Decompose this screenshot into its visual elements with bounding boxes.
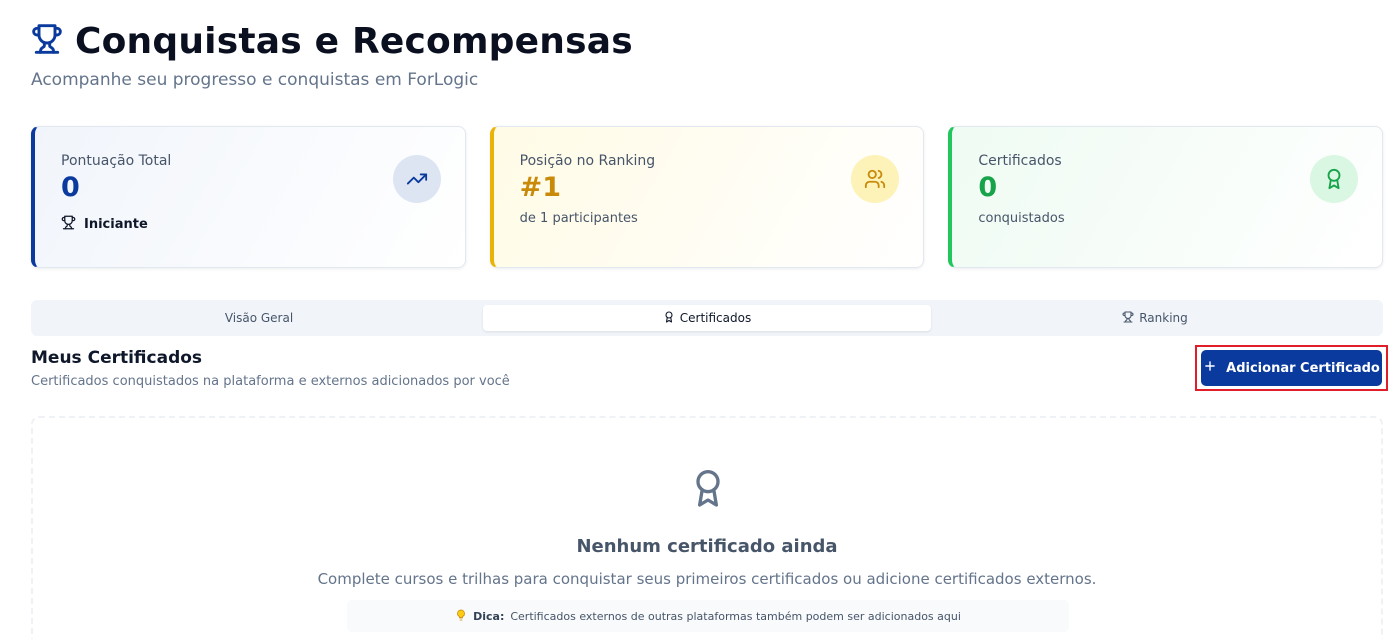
- ranking-participants: de 1 participantes: [519, 211, 638, 226]
- page-header: Conquistas e Recompensas Acompanhe seu p…: [31, 18, 633, 91]
- trophy-icon: [1122, 310, 1134, 326]
- award-icon: [1310, 155, 1359, 203]
- certificates-card: Certificados 0 conquistados: [948, 126, 1384, 268]
- trophy-small-icon: [61, 215, 76, 234]
- points-card: Pontuação Total 0 Iniciante: [31, 126, 466, 268]
- page-subtitle: Acompanhe seu progresso e conquistas em …: [31, 70, 479, 90]
- points-value: 0: [61, 172, 80, 203]
- ranking-card: Posição no Ranking #1 de 1 participantes: [489, 126, 925, 268]
- tab-ranking-label: Ranking: [1139, 311, 1188, 325]
- ranking-label: Posição no Ranking: [519, 153, 656, 169]
- tabs-bar: Visão Geral Certificados Ranking: [31, 300, 1383, 336]
- add-certificate-label: Adicionar Certificado: [1226, 360, 1380, 376]
- award-icon: [688, 466, 728, 519]
- tab-certificates[interactable]: Certificados: [483, 305, 931, 331]
- empty-description: Complete cursos e trilhas para conquista…: [317, 570, 1097, 588]
- tip-label: Dica:: [473, 609, 505, 623]
- section-description: Certificados conquistados na plataforma …: [31, 374, 510, 389]
- trending-up-icon: [392, 155, 441, 203]
- points-label: Pontuação Total: [61, 153, 172, 169]
- empty-state: Nenhum certificado ainda Complete cursos…: [31, 416, 1383, 639]
- page-title: Conquistas e Recompensas: [75, 20, 633, 62]
- certificates-section-header: Meus Certificados Certificados conquista…: [31, 348, 510, 389]
- add-certificate-button[interactable]: Adicionar Certificado: [1201, 350, 1382, 386]
- tab-ranking[interactable]: Ranking: [931, 305, 1379, 331]
- certificates-value: 0: [978, 172, 998, 203]
- stats-cards: Pontuação Total 0 Iniciante Posição no R…: [31, 126, 1384, 268]
- users-icon: [851, 155, 900, 203]
- certificates-sub: conquistados: [978, 211, 1065, 226]
- award-icon: [663, 310, 675, 326]
- tab-certificates-label: Certificados: [679, 311, 752, 325]
- plus-icon: [1203, 359, 1217, 377]
- section-title: Meus Certificados: [31, 348, 203, 368]
- ranking-value: #1: [519, 172, 562, 203]
- level-label: Iniciante: [84, 217, 148, 232]
- tab-overview[interactable]: Visão Geral: [35, 305, 483, 331]
- add-certificate-highlight: Adicionar Certificado: [1195, 345, 1388, 391]
- level-badge: Iniciante: [61, 215, 439, 234]
- tab-overview-label: Visão Geral: [224, 311, 294, 325]
- tip-box: Dica: Certificados externos de outras pl…: [347, 600, 1069, 632]
- empty-title: Nenhum certificado ainda: [576, 536, 838, 557]
- tip-text: Certificados externos de outras platafor…: [510, 609, 961, 623]
- trophy-icon: [31, 23, 63, 60]
- lightbulb-icon: [455, 609, 467, 624]
- certificates-label: Certificados: [978, 153, 1062, 169]
